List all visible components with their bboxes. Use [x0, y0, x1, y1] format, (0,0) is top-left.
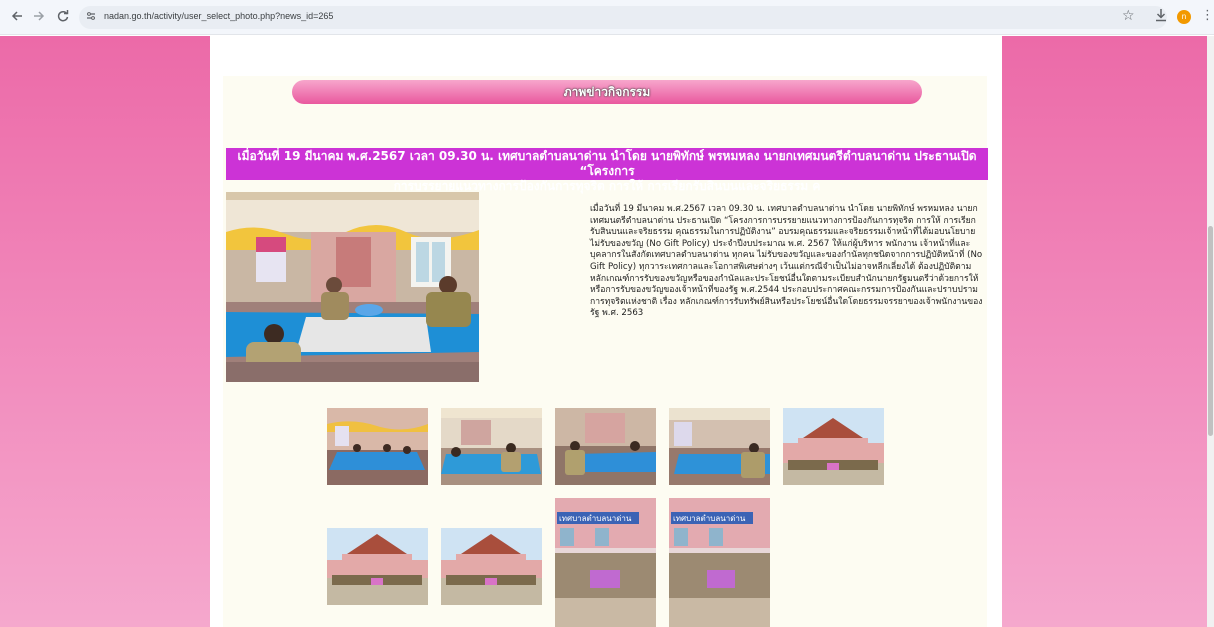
download-icon[interactable] [1154, 8, 1168, 26]
building-sign-text: เทศบาลตำบลนาด่าน [559, 514, 632, 523]
kebab-menu-icon[interactable]: ⋮ [1201, 8, 1214, 23]
thumbnail-photo[interactable] [441, 528, 542, 605]
reload-icon [57, 10, 69, 22]
news-title: เมื่อวันที่ 19 มีนาคม พ.ศ.2567 เวลา 09.3… [226, 148, 988, 193]
page-viewport: ภาพข่าวกิจกรรม เมื่อวันที่ 19 มีนาคม พ.ศ… [0, 36, 1207, 627]
url-text[interactable]: nadan.go.th/activity/user_select_photo.p… [104, 11, 333, 21]
thumbnail-photo[interactable] [555, 408, 656, 485]
main-news-photo[interactable] [226, 192, 479, 382]
back-button[interactable] [9, 9, 25, 25]
thumbnail-photo[interactable] [783, 408, 884, 485]
arrow-right-icon [34, 11, 45, 21]
profile-avatar[interactable]: n [1177, 10, 1191, 24]
arrow-left-icon [11, 11, 22, 21]
thumbnail-photo[interactable]: เทศบาลตำบลนาด่าน [669, 498, 770, 627]
thumbnail-photo[interactable] [327, 528, 428, 605]
thumbnail-photo[interactable] [669, 408, 770, 485]
thumbnail-photo[interactable] [327, 408, 428, 485]
site-info-icon[interactable] [84, 10, 98, 24]
news-description: เมื่อวันที่ 19 มีนาคม พ.ศ.2567 เวลา 09.3… [590, 204, 983, 319]
news-title-line1: เมื่อวันที่ 19 มีนาคม พ.ศ.2567 เวลา 09.3… [237, 149, 977, 178]
building-sign-text: เทศบาลตำบลนาด่าน [673, 514, 746, 523]
scrollbar-thumb[interactable] [1208, 226, 1213, 436]
thumbnail-photo[interactable] [441, 408, 542, 485]
thumbnail-photo[interactable]: เทศบาลตำบลนาด่าน [555, 498, 656, 627]
reload-button[interactable] [55, 9, 71, 25]
section-heading: ภาพข่าวกิจกรรม [292, 80, 922, 104]
bookmark-star-icon[interactable]: ☆ [1122, 8, 1135, 24]
forward-button[interactable] [31, 9, 47, 25]
